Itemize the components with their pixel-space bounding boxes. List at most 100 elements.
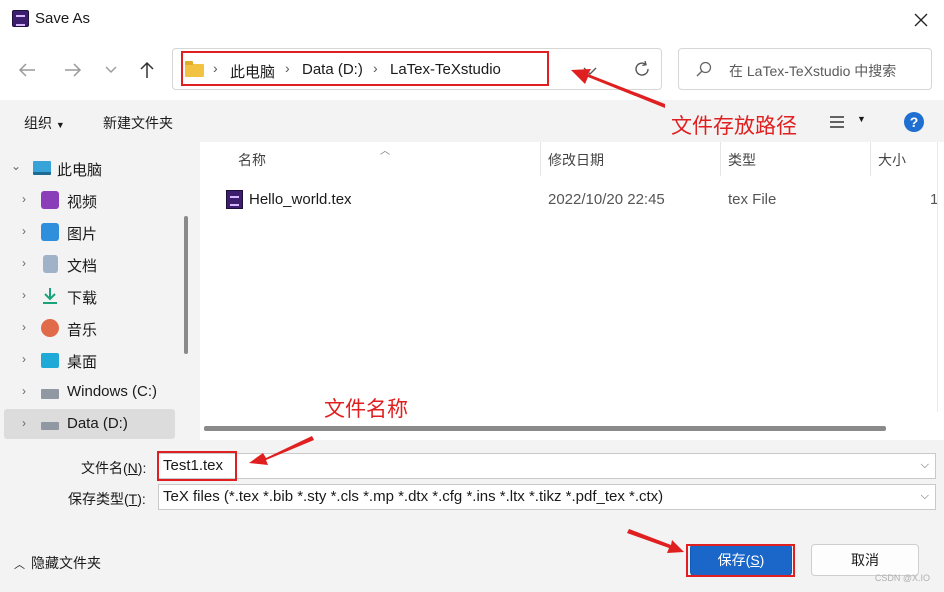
music-icon	[41, 319, 59, 337]
help-icon[interactable]: ?	[904, 112, 924, 132]
save-hotkey: S	[750, 552, 760, 568]
navigation-bar: › 此电脑 › Data (D:) › LaTex-TeXstudio 在 La…	[0, 40, 944, 100]
documents-icon	[43, 255, 58, 273]
chevron-right-icon: ›	[213, 60, 218, 76]
file-type: tex File	[728, 191, 777, 208]
filename-label: 文件名(N):	[81, 458, 146, 478]
filename-field[interactable]: Test1.tex ⌵	[158, 453, 936, 479]
chevron-right-icon: ›	[22, 192, 26, 206]
tex-file-icon	[226, 190, 243, 209]
sidebar-item-label: Data (D:)	[67, 415, 128, 432]
file-name: Hello_world.tex	[249, 191, 352, 208]
breadcrumb-latex-texstudio[interactable]: LaTex-TeXstudio	[390, 61, 501, 78]
chevron-right-icon: ›	[22, 416, 26, 430]
pictures-icon	[41, 223, 59, 241]
recent-locations-button[interactable]	[99, 58, 123, 82]
computer-icon	[33, 161, 51, 175]
sidebar-item-desktop[interactable]: › 桌面	[4, 345, 175, 375]
filetype-label: 保存类型(T):	[68, 489, 146, 509]
new-folder-button[interactable]: 新建文件夹	[103, 113, 173, 133]
download-icon	[43, 288, 57, 304]
sidebar-item-label: 桌面	[67, 354, 98, 371]
search-input[interactable]: 在 LaTex-TeXstudio 中搜索	[729, 61, 896, 81]
sidebar-item-videos[interactable]: › 视频	[4, 185, 175, 215]
chevron-down-icon	[105, 66, 117, 73]
chevron-down-icon	[583, 67, 597, 75]
column-divider[interactable]	[720, 142, 721, 176]
chevron-down-icon[interactable]: ⌵	[921, 459, 929, 472]
view-options-button[interactable]: ▼	[830, 114, 866, 131]
column-header-name[interactable]: 名称	[238, 150, 266, 170]
sidebar-item-music[interactable]: › 音乐	[4, 313, 175, 343]
drive-c-icon	[41, 389, 59, 399]
sidebar-item-label: 此电脑	[57, 162, 103, 179]
chevron-right-icon: ›	[22, 288, 26, 302]
column-header-size[interactable]: 大小	[878, 150, 906, 170]
desktop-icon	[41, 353, 59, 368]
sidebar-item-documents[interactable]: › 文档	[4, 249, 175, 279]
title-bar: Save As	[0, 0, 944, 40]
column-header-modified[interactable]: 修改日期	[548, 150, 604, 170]
column-divider[interactable]	[870, 142, 871, 176]
caret-down-icon: ▼	[55, 120, 65, 130]
sidebar-item-downloads[interactable]: › 下载	[4, 281, 175, 311]
watermark: CSDN @X.IO	[874, 573, 930, 583]
save-button[interactable]: 保存(S)	[690, 544, 792, 576]
filename-label-text: 文件名(	[81, 460, 128, 476]
chevron-right-icon: ›	[22, 224, 26, 238]
video-icon	[41, 191, 59, 209]
sidebar-item-label: 文档	[67, 258, 98, 275]
chevron-down-icon[interactable]: ⌵	[921, 490, 929, 503]
column-divider[interactable]	[540, 142, 541, 176]
address-dropdown-button[interactable]	[583, 63, 597, 79]
refresh-button[interactable]	[633, 60, 651, 81]
breadcrumb-this-pc[interactable]: 此电脑	[230, 61, 275, 82]
chevron-right-icon: ›	[22, 256, 26, 270]
horizontal-scrollbar[interactable]	[204, 426, 886, 431]
close-icon	[914, 13, 928, 27]
filename-label-end: ):	[137, 460, 147, 476]
filetype-select[interactable]: TeX files (*.tex *.bib *.sty *.cls *.mp …	[158, 484, 936, 510]
file-row[interactable]: Hello_world.tex 2022/10/20 22:45 tex Fil…	[200, 184, 944, 216]
texstudio-app-icon	[12, 10, 29, 27]
vertical-scrollbar[interactable]	[937, 142, 938, 412]
save-label: 保存(	[717, 552, 751, 568]
search-box[interactable]: 在 LaTex-TeXstudio 中搜索	[678, 48, 932, 90]
hide-folders-label: 隐藏文件夹	[31, 555, 101, 571]
path-annotation: 文件存放路径	[671, 115, 797, 138]
back-button[interactable]	[15, 58, 39, 82]
sidebar-item-label: Windows (C:)	[67, 383, 158, 400]
breadcrumb-data-d[interactable]: Data (D:)	[302, 61, 363, 78]
navigation-pane: ⌄ 此电脑 › 视频 › 图片 › 文档 › 下载 › 音乐 › 桌面 › Wi…	[0, 142, 195, 440]
window-title: Save As	[35, 10, 91, 27]
chevron-right-icon: ›	[22, 352, 26, 366]
sidebar-item-this-pc[interactable]: ⌄ 此电脑	[4, 153, 175, 183]
sidebar-scrollbar[interactable]	[184, 216, 188, 354]
filetype-value: TeX files (*.tex *.bib *.sty *.cls *.mp …	[163, 488, 664, 505]
refresh-icon	[635, 60, 649, 76]
sort-ascending-icon: ︿	[380, 146, 390, 157]
chevron-right-icon: ›	[22, 320, 26, 334]
list-view-icon	[830, 116, 844, 128]
close-button[interactable]	[898, 0, 944, 40]
cancel-button[interactable]: 取消	[811, 544, 919, 576]
forward-button[interactable]	[61, 58, 85, 82]
file-list: ︿ 名称 修改日期 类型 大小 Hello_world.tex 2022/10/…	[200, 142, 944, 440]
column-header-type[interactable]: 类型	[728, 150, 756, 170]
chevron-expanded-icon: ⌄	[11, 159, 22, 173]
organize-menu[interactable]: 组织 ▼	[24, 113, 65, 133]
caret-down-icon: ▼	[857, 114, 866, 124]
sidebar-item-label: 图片	[67, 226, 98, 243]
organize-label: 组织	[24, 115, 52, 131]
sidebar-item-drive-d[interactable]: › Data (D:)	[4, 409, 175, 439]
arrow-up-icon	[140, 61, 154, 78]
file-modified: 2022/10/20 22:45	[548, 191, 665, 208]
filename-input[interactable]: Test1.tex	[163, 457, 223, 474]
sidebar-item-pictures[interactable]: › 图片	[4, 217, 175, 247]
sidebar-item-drive-c[interactable]: › Windows (C:)	[4, 377, 175, 407]
folder-icon	[185, 61, 204, 77]
up-button[interactable]	[135, 58, 159, 82]
drive-d-icon	[41, 422, 59, 430]
address-bar[interactable]: › 此电脑 › Data (D:) › LaTex-TeXstudio	[172, 48, 662, 90]
hide-folders-toggle[interactable]: ︿ 隐藏文件夹	[14, 553, 101, 573]
